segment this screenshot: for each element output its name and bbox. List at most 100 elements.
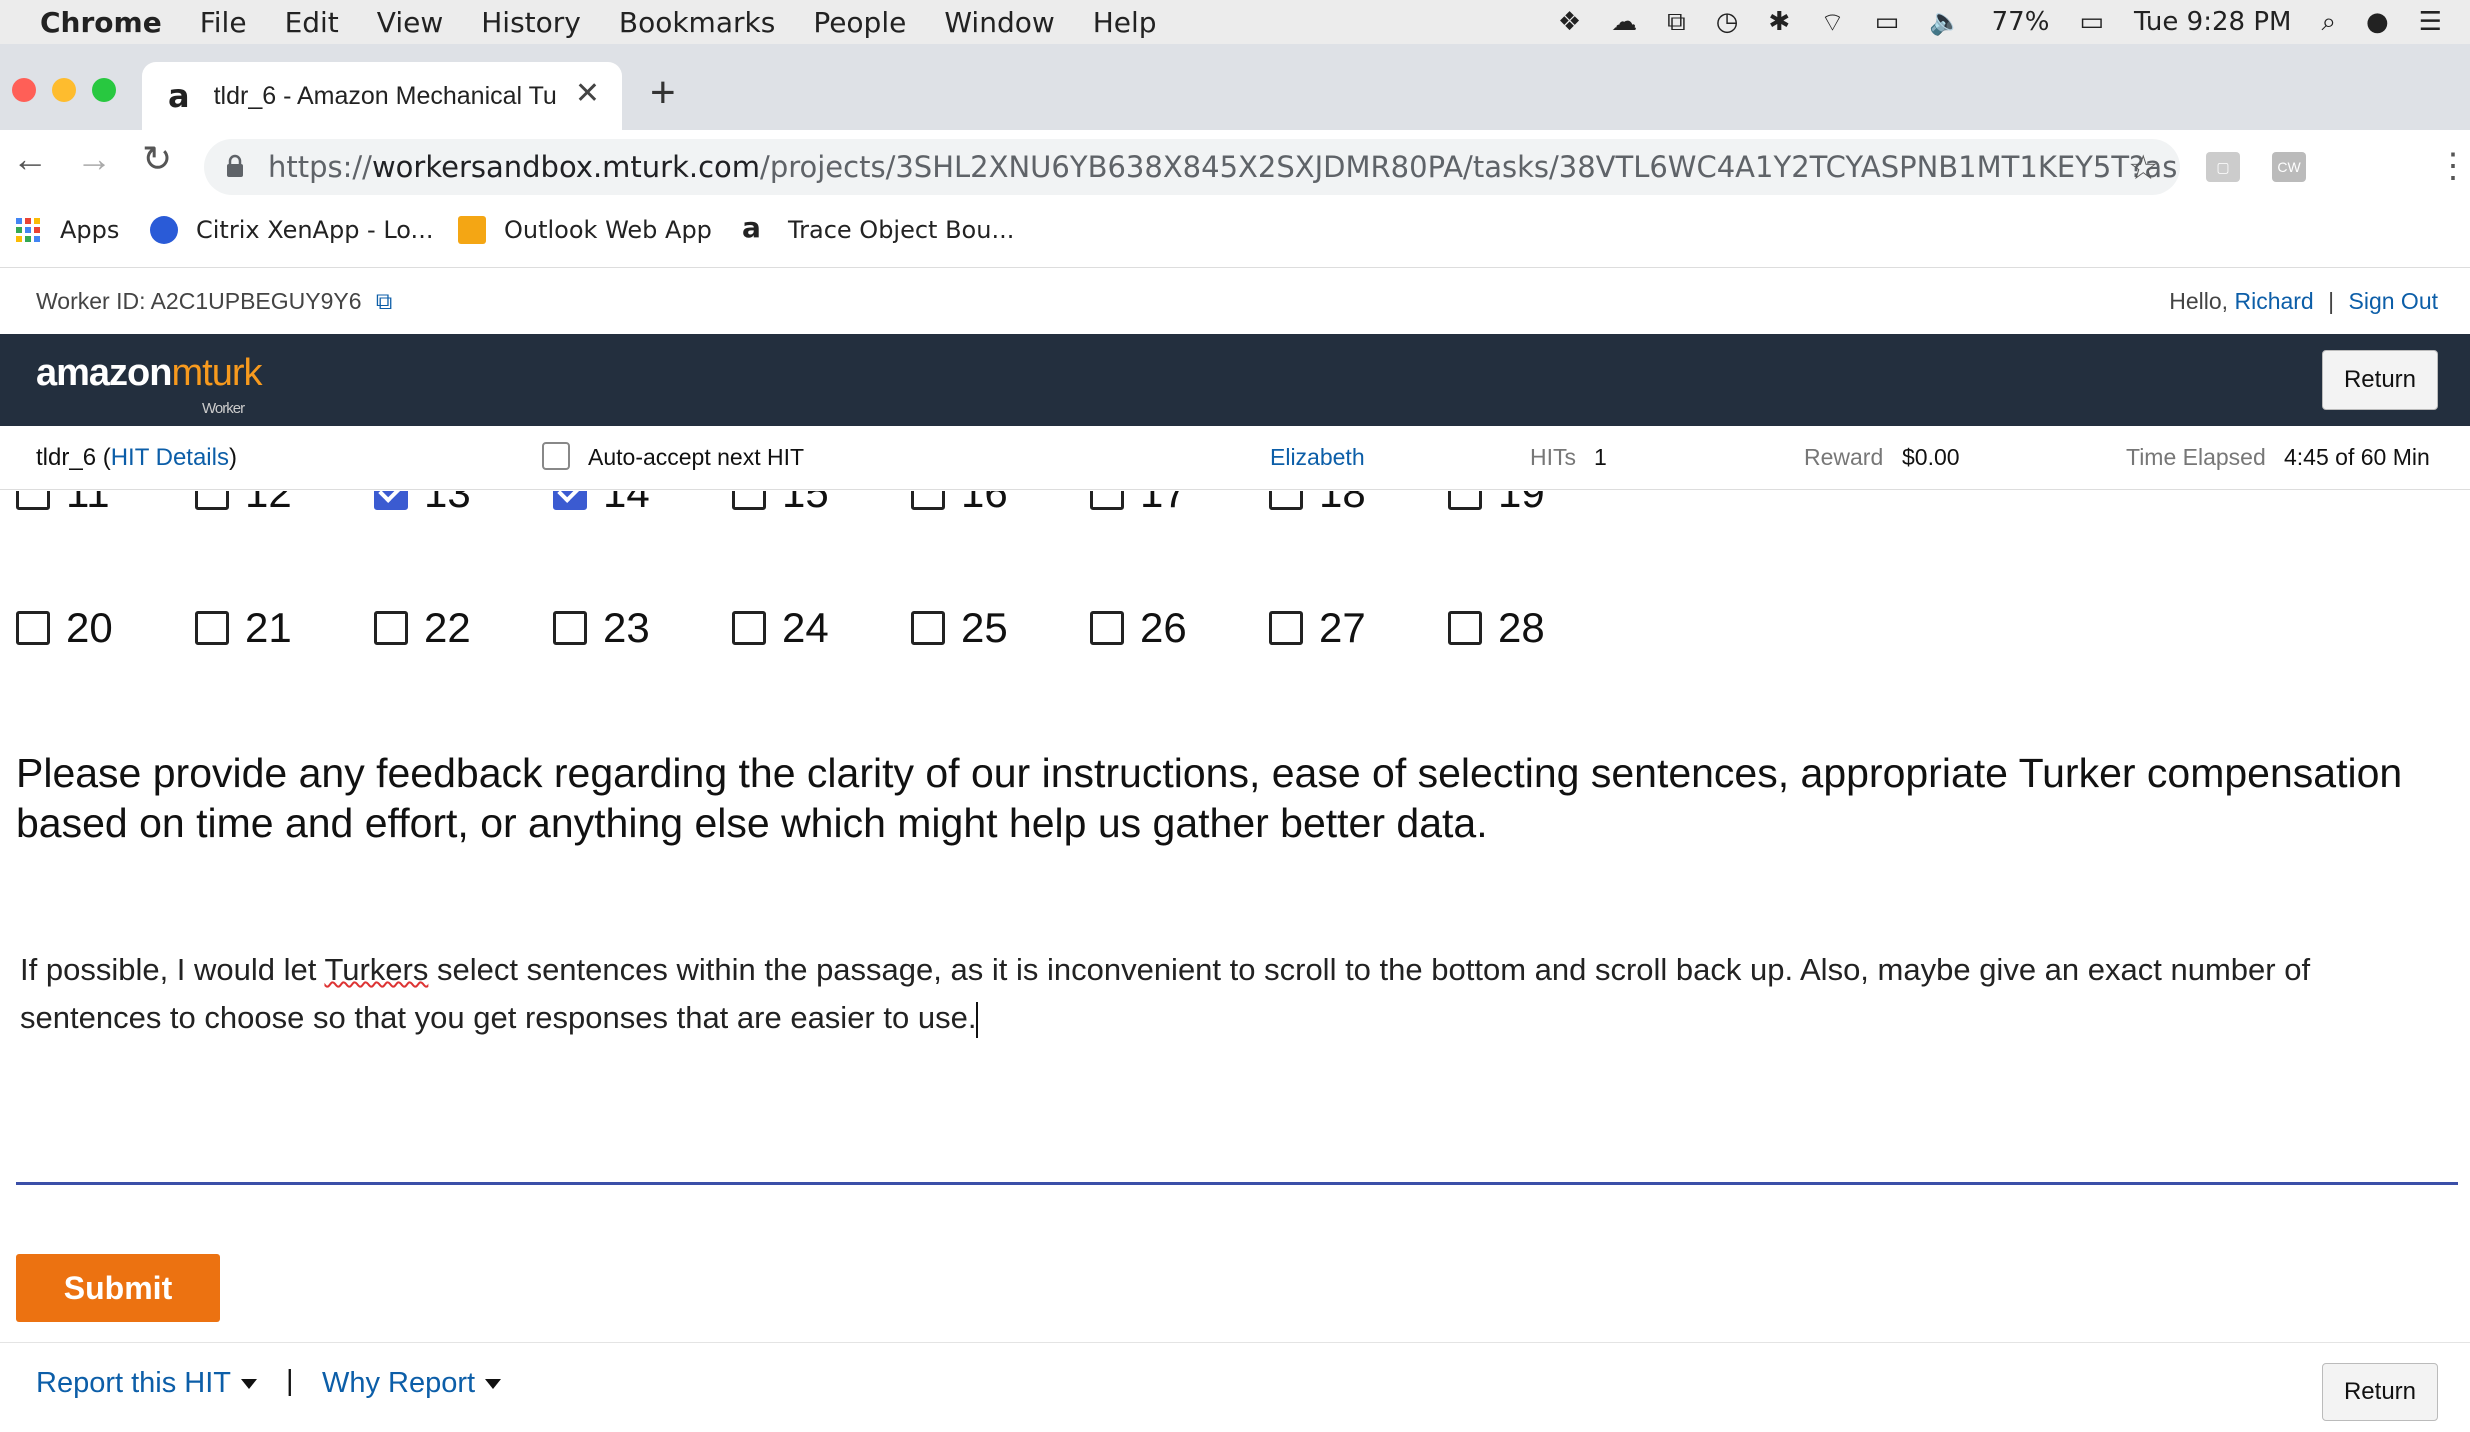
wifi-icon[interactable]: ⌔ (1820, 6, 1844, 39)
checkbox-unchecked[interactable] (1269, 611, 1303, 645)
menu-help[interactable]: Help (1093, 6, 1157, 39)
checkbox-unchecked[interactable] (732, 491, 766, 510)
window-minimize-button[interactable] (52, 78, 76, 102)
checkbox-unchecked[interactable] (553, 611, 587, 645)
hits-value: 1 (1594, 444, 1607, 470)
checkbox-unchecked[interactable] (911, 491, 945, 510)
return-button-top[interactable]: Return (2322, 350, 2438, 410)
checkbox-unchecked[interactable] (1090, 611, 1124, 645)
address-bar[interactable]: https://workersandbox.mturk.com/projects… (204, 139, 2180, 195)
mturk-logo[interactable]: amazonmturk Worker (36, 352, 262, 417)
sentence-checkbox[interactable]: 25 (911, 604, 1008, 652)
sentence-number: 27 (1319, 604, 1366, 651)
clock[interactable]: Tue 9:28 PM (2134, 7, 2291, 37)
checkbox-unchecked[interactable] (16, 491, 50, 510)
tab-close-icon[interactable]: ✕ (575, 76, 600, 111)
new-tab-icon[interactable]: + (650, 68, 676, 118)
menu-window[interactable]: Window (944, 6, 1054, 39)
airplay-icon[interactable]: ▭ (1875, 7, 1900, 37)
creative-cloud-icon[interactable]: ☁ (1611, 7, 1637, 37)
bookmark-trace-object[interactable]: a Trace Object Bou... (742, 214, 1014, 245)
user-name-link[interactable]: Richard (2234, 288, 2313, 314)
chrome-menu-icon[interactable]: ⋮ (2436, 146, 2470, 186)
menu-people[interactable]: People (813, 6, 906, 39)
sign-out-link[interactable]: Sign Out (2349, 288, 2439, 314)
bookmark-apps[interactable]: Apps (14, 216, 119, 244)
requester-link[interactable]: Elizabeth (1270, 444, 1365, 471)
sentence-checkbox[interactable]: 16 (911, 491, 1008, 517)
menu-app-chrome[interactable]: Chrome (40, 6, 162, 39)
checkbox-unchecked[interactable] (374, 611, 408, 645)
browser-tab[interactable]: a tldr_6 - Amazon Mechanical Tu ✕ (142, 62, 622, 130)
checkbox-unchecked[interactable] (1448, 491, 1482, 510)
hit-details-link[interactable]: HIT Details (111, 444, 229, 471)
sentence-number: 28 (1498, 604, 1545, 651)
reward-label: Reward (1804, 444, 1884, 470)
menu-history[interactable]: History (481, 6, 581, 39)
return-button-bottom[interactable]: Return (2322, 1363, 2438, 1421)
bookmark-outlook[interactable]: Outlook Web App (458, 216, 712, 244)
amazon-favicon-icon: a (168, 77, 190, 115)
reload-icon[interactable]: ↻ (142, 138, 172, 180)
menu-view[interactable]: View (377, 6, 443, 39)
submit-button[interactable]: Submit (16, 1254, 220, 1322)
forward-arrow-icon[interactable]: → (76, 138, 112, 180)
time-machine-icon[interactable]: ◷ (1716, 7, 1739, 37)
hits-label: HITs (1530, 444, 1576, 470)
sentence-checkbox[interactable]: 15 (732, 491, 829, 517)
sentence-checkbox[interactable]: 21 (195, 604, 292, 652)
sentence-checkbox[interactable]: 18 (1269, 491, 1366, 517)
menu-edit[interactable]: Edit (285, 6, 339, 39)
extension-cw-icon[interactable]: CW (2272, 152, 2306, 182)
screen-share-icon[interactable]: ⧉ (1667, 7, 1686, 38)
bluetooth-icon[interactable]: ✱ (1768, 7, 1790, 37)
siri-icon[interactable]: ● (2366, 7, 2389, 37)
menu-bookmarks[interactable]: Bookmarks (619, 6, 775, 39)
copy-icon[interactable]: ⧉ (376, 288, 392, 314)
lock-icon[interactable] (226, 154, 244, 178)
sentence-checkbox[interactable]: 11 (16, 491, 110, 517)
sentence-checkbox[interactable]: 12 (195, 491, 292, 517)
sentence-checkbox[interactable]: 28 (1448, 604, 1545, 652)
sentence-checkbox[interactable]: 24 (732, 604, 829, 652)
checkbox-unchecked[interactable] (1448, 611, 1482, 645)
window-close-button[interactable] (12, 78, 36, 102)
notification-center-icon[interactable]: ☰ (2419, 7, 2442, 37)
sentence-checkbox[interactable]: 14 (553, 491, 650, 517)
sentence-checkbox[interactable]: 17 (1090, 491, 1187, 517)
auto-accept-checkbox[interactable] (542, 442, 570, 470)
checkbox-unchecked[interactable] (195, 491, 229, 510)
dropbox-icon[interactable]: ❖ (1558, 7, 1581, 37)
volume-icon[interactable]: 🔈 (1929, 7, 1961, 37)
caret-down-icon (241, 1379, 257, 1390)
checkbox-unchecked[interactable] (195, 611, 229, 645)
spotlight-search-icon[interactable]: ⌕ (2321, 7, 2336, 38)
sentence-checkbox[interactable]: 27 (1269, 604, 1366, 652)
back-arrow-icon[interactable]: ← (12, 138, 48, 180)
extension-chat-icon[interactable]: ▢ (2206, 152, 2240, 182)
bookmark-star-icon[interactable]: ☆ (2128, 148, 2158, 188)
sentence-checkbox[interactable]: 23 (553, 604, 650, 652)
why-report-dropdown[interactable]: Why Report (322, 1367, 502, 1400)
sentence-checkbox[interactable]: 19 (1448, 491, 1545, 517)
bookmark-citrix[interactable]: Citrix XenApp - Lo... (150, 216, 433, 244)
checkbox-checked[interactable] (553, 491, 587, 510)
checkbox-unchecked[interactable] (1269, 491, 1303, 510)
feedback-textarea[interactable]: If possible, I would let Turkers select … (20, 946, 2440, 1042)
report-hit-dropdown[interactable]: Report this HIT (36, 1367, 257, 1400)
hit-info-bar: tldr_6 (HIT Details) Auto-accept next HI… (0, 426, 2470, 490)
window-zoom-button[interactable] (92, 78, 116, 102)
checkbox-unchecked[interactable] (16, 611, 50, 645)
answer-text: If possible, I would let (20, 952, 325, 987)
sentence-checkbox[interactable]: 22 (374, 604, 471, 652)
menu-file[interactable]: File (200, 6, 247, 39)
checkbox-unchecked[interactable] (911, 611, 945, 645)
checkbox-checked[interactable] (374, 491, 408, 510)
sentence-checkbox[interactable]: 13 (374, 491, 471, 517)
sentence-checkbox[interactable]: 26 (1090, 604, 1187, 652)
battery-percent[interactable]: 77% (1992, 7, 2050, 37)
battery-icon[interactable]: ▭ (2079, 7, 2104, 37)
sentence-checkbox[interactable]: 20 (16, 604, 113, 652)
checkbox-unchecked[interactable] (1090, 491, 1124, 510)
checkbox-unchecked[interactable] (732, 611, 766, 645)
